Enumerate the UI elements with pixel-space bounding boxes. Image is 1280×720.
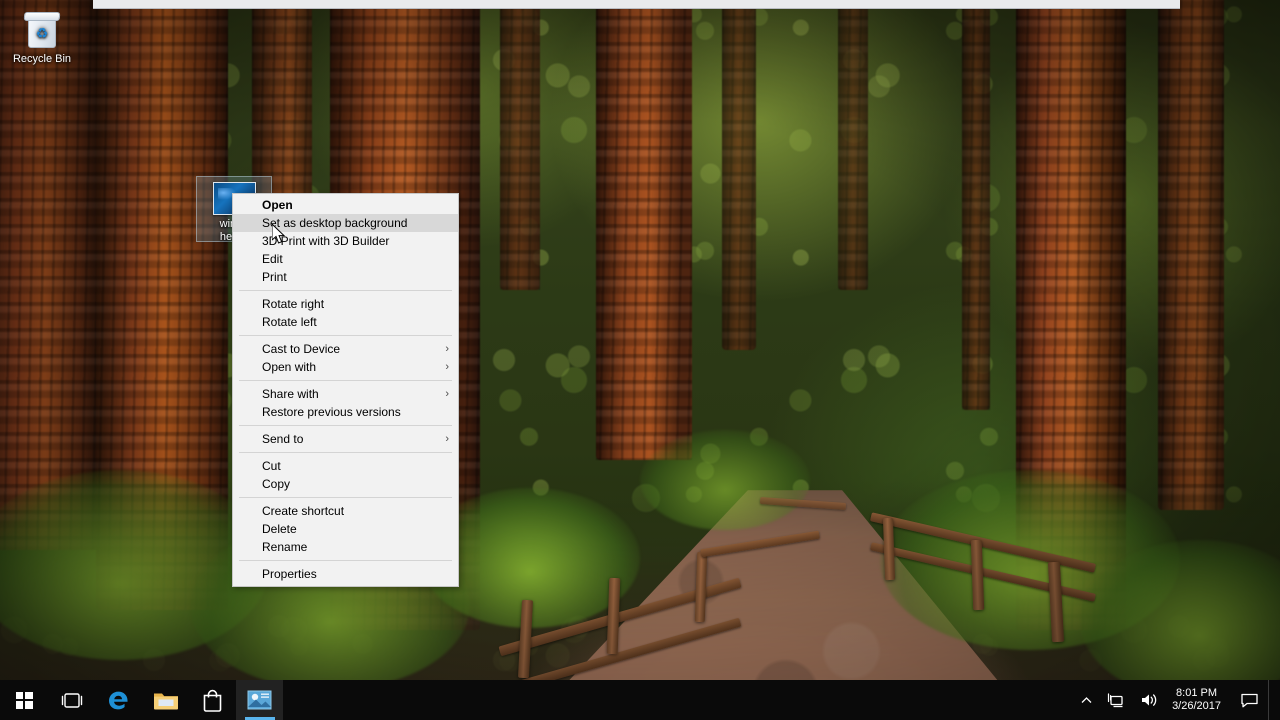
recycle-bin-icon: ♻ xyxy=(21,10,63,50)
menu-item-rotate-right[interactable]: Rotate right xyxy=(233,295,458,313)
task-view-button[interactable] xyxy=(48,680,95,720)
menu-item-label: Edit xyxy=(262,252,283,266)
menu-item-properties[interactable]: Properties xyxy=(233,565,458,583)
menu-item-open-with[interactable]: Open with › xyxy=(233,358,458,376)
network-icon xyxy=(1107,693,1123,708)
menu-item-cast-to-device[interactable]: Cast to Device › xyxy=(233,340,458,358)
show-desktop-button[interactable] xyxy=(1268,680,1280,720)
store-bag-icon xyxy=(203,689,222,712)
menu-item-rename[interactable]: Rename xyxy=(233,538,458,556)
menu-separator xyxy=(239,560,452,561)
clock[interactable]: 8:01 PM 3/26/2017 xyxy=(1166,680,1231,720)
windows-logo-icon xyxy=(15,691,33,709)
submenu-chevron-icon: › xyxy=(445,433,449,445)
submenu-chevron-icon: › xyxy=(445,361,449,373)
menu-separator xyxy=(239,290,452,291)
show-hidden-icons-button[interactable] xyxy=(1073,680,1100,720)
menu-item-rotate-left[interactable]: Rotate left xyxy=(233,313,458,331)
menu-item-label: Open xyxy=(262,198,293,212)
start-button[interactable] xyxy=(0,680,48,720)
menu-item-label: Rotate left xyxy=(262,315,317,329)
menu-item-label: Rotate right xyxy=(262,297,325,311)
photos-icon xyxy=(247,690,272,710)
menu-item-label: Copy xyxy=(262,477,291,491)
menu-item-label: Properties xyxy=(262,567,317,581)
mouse-cursor xyxy=(272,224,286,244)
menu-item-label: Cut xyxy=(262,459,281,473)
desktop-icon-label: Recycle Bin xyxy=(12,53,72,65)
menu-item-edit[interactable]: Edit xyxy=(233,250,458,268)
edge-icon xyxy=(109,691,128,709)
menu-item-label: Restore previous versions xyxy=(262,405,401,419)
top-window-strip xyxy=(93,0,1180,9)
volume-button[interactable] xyxy=(1133,680,1166,720)
system-tray[interactable]: 8:01 PM 3/26/2017 xyxy=(1073,680,1280,720)
menu-item-set-as-desktop-background[interactable]: Set as desktop background xyxy=(233,214,458,232)
menu-item-open[interactable]: Open xyxy=(233,196,458,214)
menu-item-label: Rename xyxy=(262,540,308,554)
volume-icon xyxy=(1142,694,1157,706)
task-view-icon xyxy=(61,692,82,708)
menu-item-delete[interactable]: Delete xyxy=(233,520,458,538)
clock-time: 8:01 PM xyxy=(1176,687,1218,699)
action-center-icon xyxy=(1241,693,1258,707)
submenu-chevron-icon: › xyxy=(445,343,449,355)
menu-item-label: Print xyxy=(262,270,287,284)
wallpaper-vignette xyxy=(0,0,1280,720)
menu-item-copy[interactable]: Copy xyxy=(233,475,458,493)
taskbar[interactable]: 8:01 PM 3/26/2017 xyxy=(0,680,1280,720)
menu-item-print[interactable]: Print xyxy=(233,268,458,286)
menu-item-label: Create shortcut xyxy=(262,504,345,518)
menu-item-label: Open with xyxy=(262,360,317,374)
file-explorer-button[interactable] xyxy=(142,680,189,720)
submenu-chevron-icon: › xyxy=(445,388,449,400)
edge-button[interactable] xyxy=(95,680,142,720)
menu-separator xyxy=(239,497,452,498)
desktop-background[interactable] xyxy=(0,0,1280,720)
menu-item-cut[interactable]: Cut xyxy=(233,457,458,475)
menu-separator xyxy=(239,452,452,453)
menu-item-label: Send to xyxy=(262,432,304,446)
menu-item-3d-print-with-3d-builder[interactable]: 3D Print with 3D Builder xyxy=(233,232,458,250)
photos-button[interactable] xyxy=(236,680,283,720)
menu-separator xyxy=(239,425,452,426)
menu-item-send-to[interactable]: Send to › xyxy=(233,430,458,448)
menu-item-label: Cast to Device xyxy=(262,342,341,356)
menu-item-share-with[interactable]: Share with › xyxy=(233,385,458,403)
menu-item-create-shortcut[interactable]: Create shortcut xyxy=(233,502,458,520)
network-button[interactable] xyxy=(1100,680,1133,720)
folder-icon xyxy=(153,693,178,709)
store-button[interactable] xyxy=(189,680,236,720)
menu-separator xyxy=(239,335,452,336)
clock-date: 3/26/2017 xyxy=(1172,700,1221,712)
action-center-button[interactable] xyxy=(1231,680,1268,720)
menu-item-label: Delete xyxy=(262,522,297,536)
menu-item-restore-previous-versions[interactable]: Restore previous versions xyxy=(233,403,458,421)
menu-item-label: Share with xyxy=(262,387,319,401)
chevron-up-icon xyxy=(1081,696,1092,703)
context-menu[interactable]: Open Set as desktop background 3D Print wi… xyxy=(232,193,459,587)
menu-separator xyxy=(239,380,452,381)
desktop-icon-recycle-bin[interactable]: ♻ Recycle Bin xyxy=(4,10,80,66)
